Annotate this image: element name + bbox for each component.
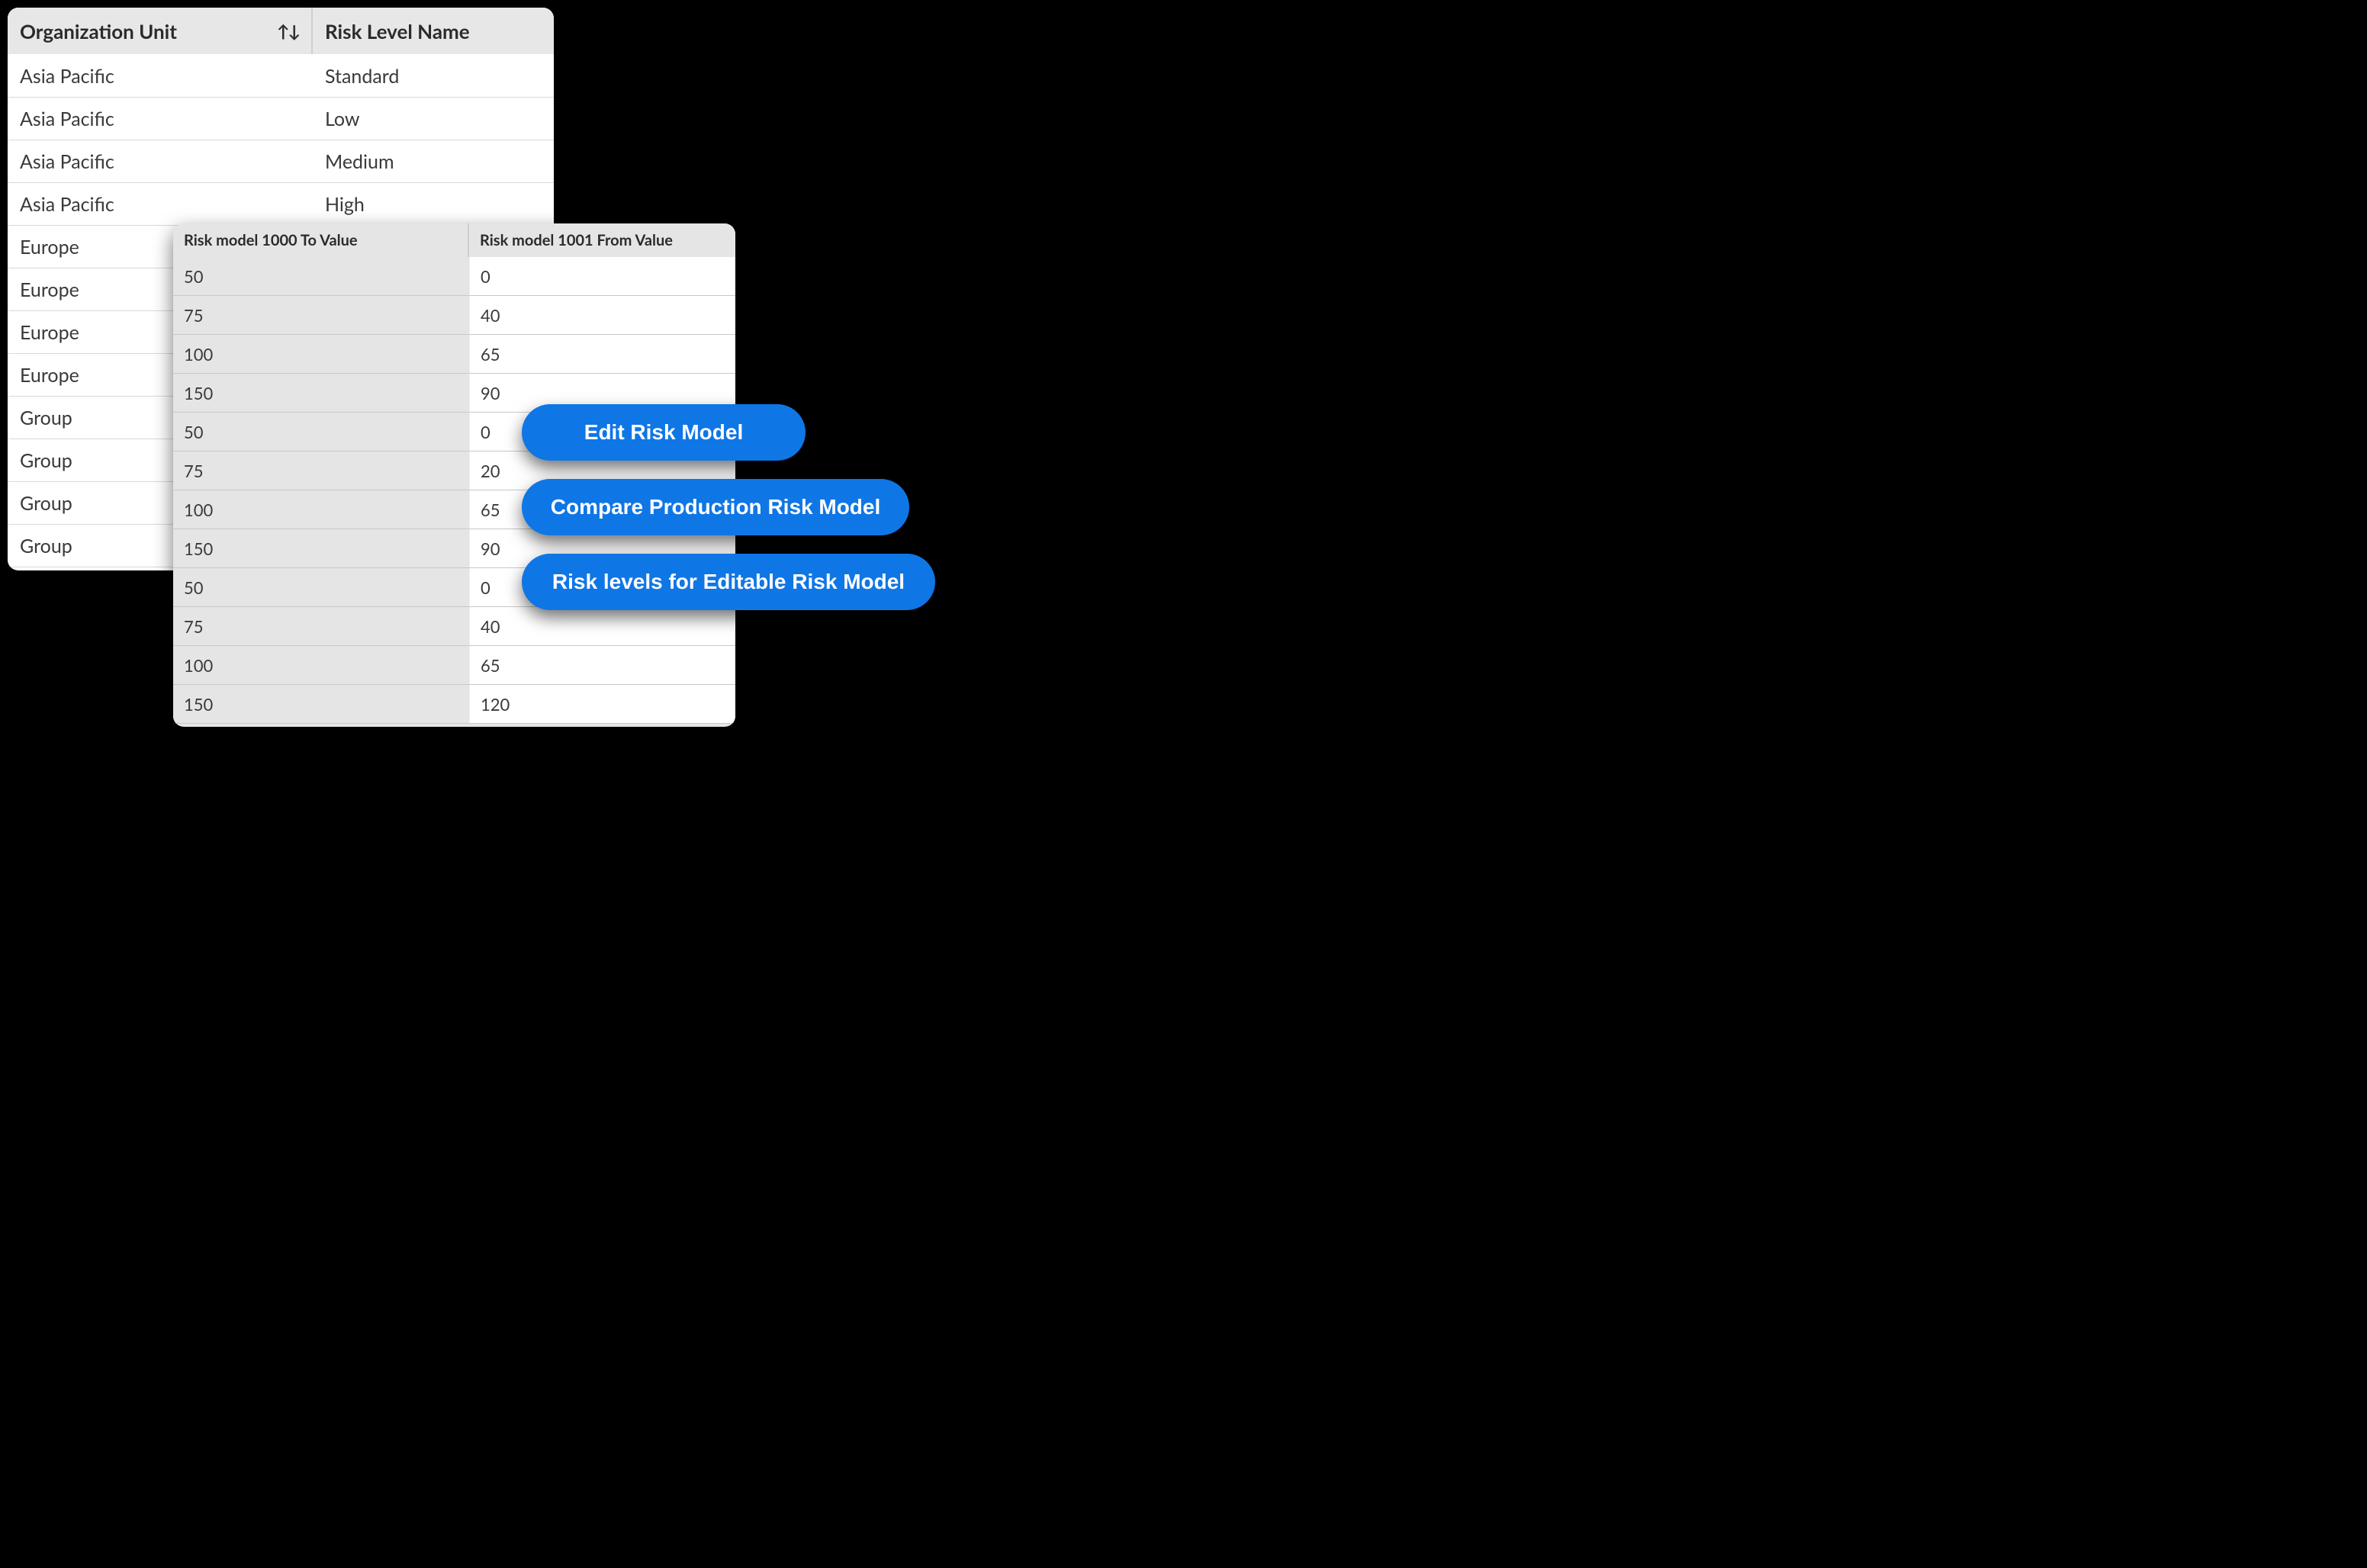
- to-value-cell[interactable]: 75: [173, 296, 469, 335]
- to-value-cell[interactable]: 50: [173, 568, 469, 607]
- edit-risk-model-button[interactable]: Edit Risk Model: [522, 404, 806, 461]
- column-header-org-unit[interactable]: Organization Unit ↑↓: [8, 8, 313, 54]
- table-header-row: Organization Unit ↑↓ Risk Level Name: [8, 8, 554, 55]
- to-value-cell[interactable]: 150: [173, 374, 469, 413]
- cell-text: Europe: [20, 321, 79, 344]
- cell-text: Europe: [20, 278, 79, 301]
- cell-text: 65: [481, 344, 500, 365]
- cell-text: 50: [184, 266, 204, 287]
- cell-text: 75: [184, 461, 204, 481]
- cell-text: 150: [184, 694, 213, 715]
- from-value-cell[interactable]: 65: [469, 335, 735, 374]
- from-value-cell[interactable]: 40: [469, 296, 735, 335]
- column-header-label: Organization Unit: [20, 19, 177, 43]
- cell-text: 90: [481, 538, 500, 559]
- cell-text: 75: [184, 305, 204, 326]
- org-unit-cell[interactable]: Asia Pacific: [8, 55, 313, 98]
- from-value-cell[interactable]: 0: [469, 257, 735, 296]
- from-value-cell[interactable]: 65: [469, 646, 735, 685]
- cell-text: 100: [184, 500, 213, 520]
- column-header-label: Risk model 1001 From Value: [480, 231, 673, 249]
- cell-text: Europe: [20, 236, 79, 259]
- column-header-label: Risk model 1000 To Value: [184, 231, 358, 249]
- cell-text: 40: [481, 305, 500, 326]
- risk-level-cell[interactable]: High: [313, 183, 554, 226]
- column-header-to-value[interactable]: Risk model 1000 To Value: [173, 223, 469, 257]
- to-value-cell[interactable]: 75: [173, 607, 469, 646]
- cell-text: Asia Pacific: [20, 193, 114, 216]
- compare-production-risk-model-button[interactable]: Compare Production Risk Model: [522, 479, 909, 535]
- cell-text: 0: [481, 422, 490, 442]
- cell-text: 20: [481, 461, 500, 481]
- cell-text: Group: [20, 492, 72, 515]
- cell-text: 150: [184, 538, 213, 559]
- cell-text: 90: [481, 383, 500, 403]
- from-value-cell[interactable]: 120: [469, 685, 735, 724]
- risk-level-cell[interactable]: Medium: [313, 140, 554, 183]
- org-unit-cell[interactable]: Asia Pacific: [8, 183, 313, 226]
- sort-ascending-icon[interactable]: ↑↓: [277, 21, 299, 41]
- cell-text: Low: [325, 108, 360, 130]
- button-label: Compare Production Risk Model: [551, 495, 881, 519]
- cell-text: 100: [184, 655, 213, 676]
- cell-text: 150: [184, 383, 213, 403]
- org-unit-cell[interactable]: Asia Pacific: [8, 140, 313, 183]
- column-header-risk-level[interactable]: Risk Level Name: [313, 8, 554, 54]
- column-header-from-value[interactable]: Risk model 1001 From Value: [469, 223, 735, 257]
- cell-text: 75: [184, 616, 204, 637]
- cell-text: Group: [20, 449, 72, 472]
- risk-model-compare-panel: Risk model 1000 To Value Risk model 1001…: [173, 223, 735, 727]
- from-value-cell[interactable]: 40: [469, 607, 735, 646]
- cell-text: 0: [481, 577, 490, 598]
- cell-text: Asia Pacific: [20, 108, 114, 130]
- to-value-cell[interactable]: 75: [173, 451, 469, 490]
- button-label: Edit Risk Model: [584, 420, 743, 445]
- cell-text: 0: [481, 266, 490, 287]
- cell-text: 50: [184, 422, 204, 442]
- cell-text: Europe: [20, 364, 79, 387]
- to-value-cell[interactable]: 50: [173, 413, 469, 451]
- cell-text: 65: [481, 655, 500, 676]
- risk-levels-editable-button[interactable]: Risk levels for Editable Risk Model: [522, 554, 935, 610]
- cell-text: Medium: [325, 150, 394, 173]
- to-value-cell[interactable]: 150: [173, 685, 469, 724]
- column-header-label: Risk Level Name: [325, 19, 470, 43]
- to-value-cell[interactable]: 50: [173, 257, 469, 296]
- cell-text: 100: [184, 344, 213, 365]
- cell-text: Group: [20, 535, 72, 557]
- org-unit-cell[interactable]: Asia Pacific: [8, 98, 313, 140]
- cell-text: 40: [481, 616, 500, 637]
- risk-level-cell[interactable]: Low: [313, 98, 554, 140]
- to-value-cell[interactable]: 100: [173, 490, 469, 529]
- risk-level-cell[interactable]: Standard: [313, 55, 554, 98]
- cell-text: High: [325, 193, 365, 216]
- button-label: Risk levels for Editable Risk Model: [552, 570, 905, 594]
- cell-text: Standard: [325, 65, 399, 88]
- cell-text: Asia Pacific: [20, 65, 114, 88]
- table-header-row: Risk model 1000 To Value Risk model 1001…: [173, 223, 735, 257]
- to-value-cell[interactable]: 150: [173, 529, 469, 568]
- cell-text: 120: [481, 694, 510, 715]
- to-value-cell[interactable]: 100: [173, 646, 469, 685]
- cell-text: 65: [481, 500, 500, 520]
- cell-text: Group: [20, 406, 72, 429]
- cell-text: Asia Pacific: [20, 150, 114, 173]
- cell-text: 50: [184, 577, 204, 598]
- to-value-cell[interactable]: 100: [173, 335, 469, 374]
